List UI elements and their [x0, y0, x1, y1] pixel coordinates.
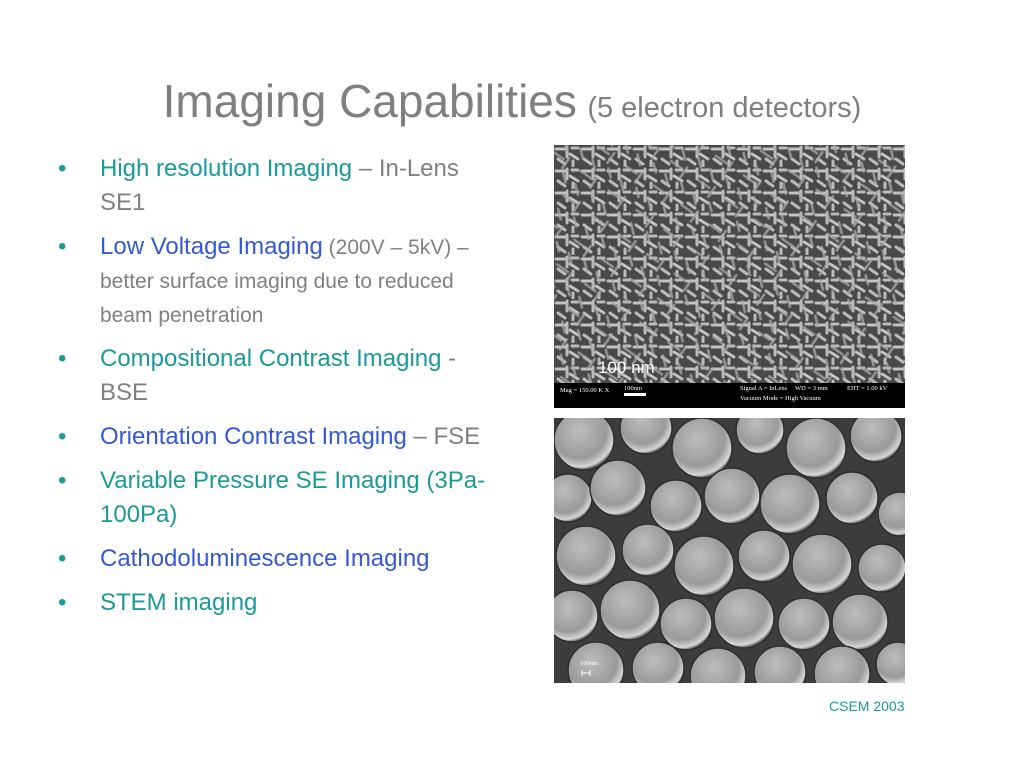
- bullet-item: • Low Voltage Imaging (200V – 5kV) – bet…: [56, 230, 506, 332]
- sem1-bar-label: 100nm: [624, 385, 642, 392]
- bullet-highlight: Variable Pressure SE Imaging (3Pa-100Pa): [100, 467, 486, 528]
- title-main: Imaging Capabilities: [162, 75, 577, 127]
- particle: [849, 418, 903, 463]
- particle: [825, 471, 879, 525]
- particle: [599, 579, 661, 641]
- particle: [785, 418, 847, 479]
- bullet-item: • Variable Pressure SE Imaging (3Pa-100P…: [56, 464, 506, 532]
- sem1-eht: EHT = 1.00 kV: [847, 385, 888, 392]
- bullet-item: • Compositional Contrast Imaging - BSE: [56, 342, 506, 410]
- sem-image-nanostructure: 100 nm Mag = 150.00 K X 100nm Signal A =…: [554, 145, 905, 408]
- bullet-rest: – FSE: [406, 423, 481, 450]
- particle: [703, 467, 761, 525]
- bullet-dot-icon: •: [58, 589, 67, 616]
- sem-image-particles: 100nm: [554, 418, 905, 683]
- particle: [777, 597, 831, 651]
- bullet-highlight: STEM imaging: [100, 589, 258, 616]
- bullet-dot-icon: •: [58, 155, 67, 182]
- particle: [554, 589, 599, 643]
- particle: [857, 543, 905, 593]
- slide-title: Imaging Capabilities (5 electron detecto…: [0, 74, 1024, 128]
- sem1-vacuum: Vacuum Mode = High Vacuum: [740, 395, 821, 402]
- bullet-dot-icon: •: [58, 467, 67, 494]
- particle: [659, 597, 713, 651]
- bullet-highlight: High resolution Imaging: [100, 155, 353, 182]
- particle: [555, 525, 617, 587]
- sem1-scale: 100 nm: [598, 358, 655, 377]
- bullet-item: • High resolution Imaging – In-Lens SE1: [56, 152, 506, 220]
- particle: [621, 523, 675, 577]
- sem-particles-drawing: 100nm: [554, 418, 905, 683]
- bullet-item: • Cathodoluminescence Imaging: [56, 542, 506, 576]
- bullet-highlight: Orientation Contrast Imaging: [100, 423, 407, 450]
- bullet-dot-icon: •: [58, 545, 67, 572]
- particle: [791, 533, 853, 595]
- particle: [589, 459, 647, 517]
- sem1-scale-bar: [624, 393, 646, 396]
- bullet-dot-icon: •: [58, 233, 67, 260]
- sem1-scale-label: 100 nm: [598, 358, 655, 377]
- particle: [713, 587, 775, 649]
- sem2-scale-label: 100nm: [580, 660, 598, 667]
- bullet-item: • Orientation Contrast Imaging – FSE: [56, 420, 506, 454]
- sem1-signal: Signal A = InLens: [740, 385, 788, 392]
- bullet-highlight: Cathodoluminescence Imaging: [100, 545, 430, 572]
- title-subtitle: (5 electron detectors): [587, 92, 862, 124]
- bullet-dot-icon: •: [58, 423, 67, 450]
- footer-credit: CSEM 2003: [829, 698, 905, 714]
- bullet-list: • High resolution Imaging – In-Lens SE1 …: [56, 152, 506, 630]
- particle: [759, 473, 821, 535]
- sem1-wd: WD = 3 mm: [795, 385, 828, 392]
- particle: [831, 593, 889, 651]
- bullet-item: • STEM imaging: [56, 586, 506, 620]
- particle: [649, 479, 703, 533]
- particle: [673, 535, 735, 597]
- bullet-highlight: Compositional Contrast Imaging: [100, 345, 442, 372]
- bullet-dot-icon: •: [58, 345, 67, 372]
- particle: [554, 418, 615, 471]
- sem1-mag: Mag = 150.00 K X: [560, 387, 610, 394]
- particle: [737, 529, 791, 583]
- bullet-highlight: Low Voltage Imaging: [100, 233, 323, 260]
- sem-nanostructure-drawing: 100 nm Mag = 150.00 K X 100nm Signal A =…: [554, 145, 905, 408]
